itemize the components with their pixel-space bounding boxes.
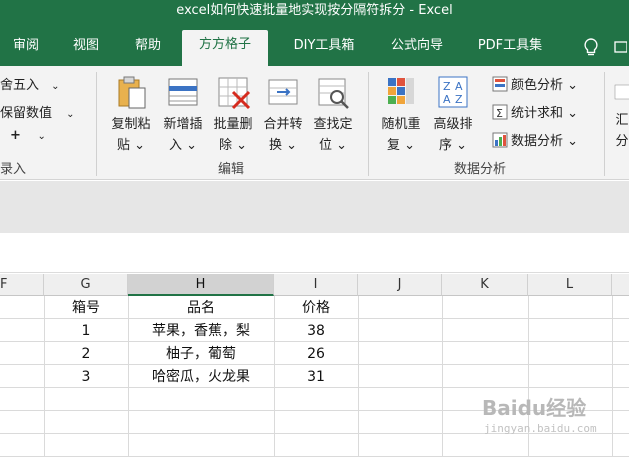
group-separator	[368, 72, 369, 176]
column-header-j[interactable]: J	[358, 274, 442, 296]
advanced-sort-button[interactable]: Z A A Z 高级排 序 ⌄	[428, 74, 478, 156]
plus-menu[interactable]: + ⌄	[10, 128, 46, 143]
advanced-sort-line1: 高级排	[433, 117, 473, 132]
round-menu[interactable]: 舍五入 ⌄	[0, 74, 60, 93]
color-analysis-icon	[492, 76, 508, 92]
keep-value-label: 保留数值	[0, 106, 53, 121]
merge-icon	[268, 79, 298, 105]
random-repeat-line1: 随机重	[381, 117, 421, 132]
cell-h[interactable]: 苹果，香蕉，梨	[128, 320, 274, 343]
column-header-f[interactable]: F	[0, 274, 44, 296]
group-label-edit: 编辑	[218, 162, 245, 177]
round-label: 舍五入	[0, 78, 40, 93]
sum-icon: Σ	[492, 104, 508, 120]
find-locate-line2: 位 ⌄	[318, 138, 348, 153]
find-locate-line1: 查找定	[313, 117, 353, 132]
tab-pdf-tools[interactable]: PDF工具集	[468, 32, 552, 66]
summary-button-partial[interactable]: 汇 分	[612, 74, 629, 152]
tab-view[interactable]: 视图	[66, 32, 106, 66]
data-analysis-menu[interactable]: 数据分析 ⌄	[492, 130, 578, 149]
keep-value-menu[interactable]: 保留数值 ⌄	[0, 102, 75, 121]
cell-g[interactable]: 3	[44, 366, 128, 389]
chevron-down-icon: ⌄	[66, 109, 75, 120]
random-color-icon	[388, 78, 414, 104]
cell-g[interactable]: 1	[44, 320, 128, 343]
svg-text:A: A	[443, 93, 451, 106]
copy-paste-button[interactable]: 复制粘 贴 ⌄	[106, 74, 156, 156]
svg-text:A: A	[455, 80, 463, 93]
group-label-analysis: 数据分析	[454, 162, 507, 177]
summary-icon	[614, 84, 629, 100]
merge-convert-button[interactable]: 合并转 换 ⌄	[258, 74, 308, 156]
cell-g[interactable]: 2	[44, 343, 128, 366]
cell-i[interactable]: 38	[274, 320, 358, 343]
batch-delete-line1: 批量删	[213, 117, 253, 132]
insert-rows-icon	[168, 78, 198, 106]
random-repeat-line2: 复 ⌄	[386, 138, 416, 153]
tab-review[interactable]: 审阅	[6, 32, 46, 66]
tab-diy-toolbox[interactable]: DIY工具箱	[282, 32, 366, 66]
color-analysis-menu[interactable]: 颜色分析 ⌄	[492, 74, 578, 93]
merge-convert-line2: 换 ⌄	[268, 138, 298, 153]
svg-text:Σ: Σ	[496, 107, 503, 120]
column-header-g[interactable]: G	[44, 274, 128, 296]
batch-delete-line2: 除 ⌄	[218, 138, 248, 153]
copy-paste-line1: 复制粘	[111, 117, 151, 132]
find-locate-button[interactable]: 查找定 位 ⌄	[308, 74, 358, 156]
column-header-l[interactable]: L	[528, 274, 612, 296]
tab-formula-wizard[interactable]: 公式向导	[382, 32, 452, 66]
svg-text:Z: Z	[455, 93, 463, 106]
cell-h[interactable]: 柚子，葡萄	[128, 343, 274, 366]
tell-me-partial-icon[interactable]	[610, 32, 629, 66]
ribbon: 舍五入 ⌄ 保留数值 ⌄ + ⌄ 录入 复制粘 贴 ⌄ 新增插 入 ⌄ 批量删 …	[0, 66, 629, 180]
column-header-m-partial[interactable]	[612, 274, 629, 296]
cell-h[interactable]: 哈密瓜，火龙果	[128, 366, 274, 389]
insert-line1: 新增插	[163, 117, 203, 132]
delete-grid-icon	[218, 77, 251, 110]
merge-convert-line1: 合并转	[263, 117, 303, 132]
plus-label: +	[10, 128, 21, 143]
baidu-watermark-url: jingyan.baidu.com	[484, 422, 597, 435]
summary-line2: 分	[615, 134, 629, 149]
column-header-h[interactable]: H	[128, 274, 274, 296]
color-analysis-label: 颜色分析 ⌄	[511, 78, 579, 93]
table-row[interactable]	[0, 434, 629, 457]
stat-sum-menu[interactable]: Σ 统计求和 ⌄	[492, 102, 578, 121]
batch-delete-button[interactable]: 批量删 除 ⌄	[208, 74, 258, 156]
advanced-sort-line2: 序 ⌄	[438, 138, 468, 153]
insert-line2: 入 ⌄	[168, 138, 198, 153]
baidu-watermark: Baidu经验	[482, 396, 587, 420]
stat-sum-label: 统计求和 ⌄	[511, 106, 579, 121]
summary-line1: 汇	[615, 113, 629, 128]
svg-text:Z: Z	[443, 80, 451, 93]
window-title: excel如何快速批量地实现按分隔符拆分 - Excel	[0, 0, 629, 22]
tab-help[interactable]: 帮助	[128, 32, 168, 66]
tab-fangfang[interactable]: 方方格子	[182, 30, 268, 66]
group-separator	[604, 72, 605, 176]
random-repeat-button[interactable]: 随机重 复 ⌄	[376, 74, 426, 156]
insert-button[interactable]: 新增插 入 ⌄	[158, 74, 208, 156]
column-header-k[interactable]: K	[442, 274, 528, 296]
cell-i-header[interactable]: 价格	[274, 297, 358, 320]
sort-az-icon: Z A A Z	[438, 76, 468, 108]
group-separator	[96, 72, 97, 176]
data-analysis-icon	[492, 132, 508, 148]
formula-input-area[interactable]	[0, 233, 629, 273]
cell-i[interactable]: 31	[274, 366, 358, 389]
chevron-down-icon: ⌄	[51, 81, 60, 92]
lightbulb-icon[interactable]	[578, 32, 604, 66]
column-header-i[interactable]: I	[274, 274, 358, 296]
magnifier-icon	[318, 78, 349, 109]
copy-paste-line2: 贴 ⌄	[116, 138, 146, 153]
group-label-input: 录入	[0, 162, 27, 177]
cell-g-header[interactable]: 箱号	[44, 297, 128, 320]
cell-h-header[interactable]: 品名	[128, 297, 274, 320]
clipboard-icon	[118, 76, 146, 109]
data-analysis-label: 数据分析 ⌄	[511, 134, 579, 149]
ribbon-tabs: 审阅 视图 帮助 方方格子 DIY工具箱 公式向导 PDF工具集	[0, 22, 629, 66]
cell-i[interactable]: 26	[274, 343, 358, 366]
formula-area	[0, 181, 629, 233]
chevron-down-icon: ⌄	[37, 131, 46, 142]
